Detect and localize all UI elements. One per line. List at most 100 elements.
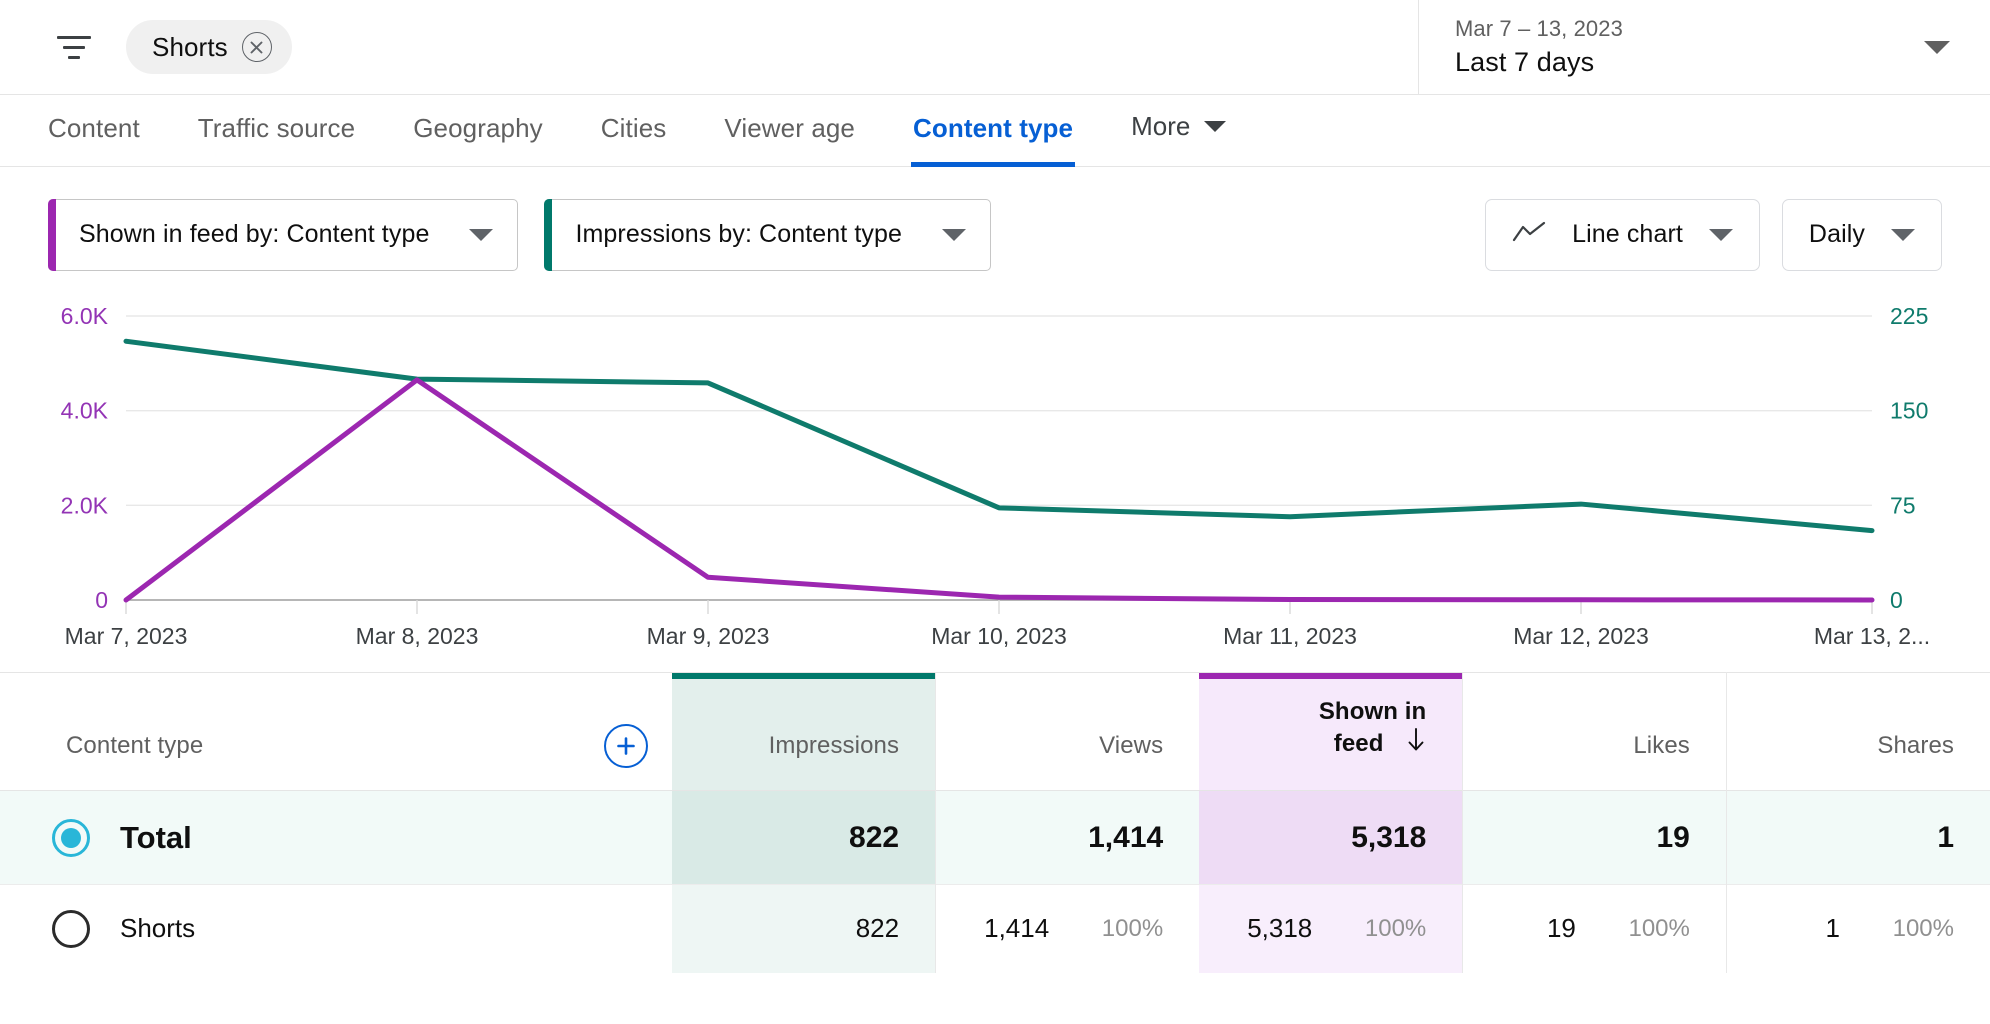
tab-cities[interactable]: Cities [601, 113, 667, 166]
table-row-total[interactable]: Total 822 1,414 5,318 19 1 [0, 791, 1990, 885]
chevron-down-icon [942, 229, 966, 241]
row-shorts-label: Shorts [120, 913, 195, 944]
right-axis-tick-1: 75 [1890, 492, 1916, 518]
date-range-selector[interactable]: Mar 7 – 13, 2023 Last 7 days [1418, 0, 1990, 94]
column-header-views[interactable]: Views [936, 673, 1200, 791]
row-total-label: Total [120, 820, 192, 856]
column-header-shown-in-feed-line2: feed [1334, 730, 1384, 757]
row-shorts-shares-value: 1 [1826, 913, 1840, 944]
row-shorts-shown-in-feed-value: 5,318 [1247, 913, 1312, 944]
table-row-shorts[interactable]: Shorts 822 1,414 100% 5,318 100% [0, 885, 1990, 973]
chart-controls: Shown in feed by: Content type Impressio… [0, 167, 1990, 302]
chevron-down-icon[interactable] [1924, 41, 1950, 54]
column-header-likes-label: Likes [1463, 732, 1726, 790]
column-header-impressions-label: Impressions [672, 732, 935, 790]
radio-dot [61, 828, 81, 848]
analytics-tab-bar: Content Traffic source Geography Cities … [0, 95, 1990, 167]
column-header-content-type[interactable]: Content type [0, 673, 580, 791]
row-shorts-shown-in-feed-pct: 100% [1342, 915, 1426, 943]
x-axis-tick-6: Mar 13, 2... [1814, 623, 1930, 649]
radio-unselected-icon[interactable] [52, 910, 90, 948]
filter-icon[interactable] [48, 21, 100, 73]
column-header-content-type-label: Content type [0, 732, 580, 790]
row-shorts-shares-pct: 100% [1870, 915, 1954, 943]
row-shorts-shares: 1 100% [1726, 885, 1990, 973]
tab-content-type[interactable]: Content type [913, 113, 1073, 166]
tab-traffic-source[interactable]: Traffic source [198, 113, 355, 166]
table-body: Total 822 1,414 5,318 19 1 [0, 791, 1990, 973]
row-shorts-shown-in-feed: 5,318 100% [1199, 885, 1463, 973]
chevron-down-icon [1204, 121, 1226, 132]
arrow-down-icon[interactable] [1406, 727, 1426, 760]
chart-x-axis-labels: Mar 7, 2023Mar 8, 2023Mar 9, 2023Mar 10,… [65, 623, 1931, 649]
date-range-text: Mar 7 – 13, 2023 [1455, 16, 1924, 42]
row-shorts-likes-value: 19 [1547, 913, 1576, 944]
chart-svg: 02.0K4.0K6.0K 075150225 Mar 7, 2023Mar 8… [48, 302, 1942, 672]
column-header-shown-in-feed-label: Shown in feed [1199, 697, 1462, 790]
row-shorts-impressions-value: 822 [856, 913, 899, 944]
column-header-shown-in-feed[interactable]: Shown in feed [1199, 673, 1463, 791]
column-header-shares[interactable]: Shares [1726, 673, 1990, 791]
row-shorts-views-value: 1,414 [984, 913, 1049, 944]
filter-icon-line-2 [63, 46, 85, 49]
metric-selector-primary-label: Shown in feed by: Content type [79, 220, 429, 249]
content-type-table: Content type Impressions Views Shown in … [0, 672, 1990, 973]
row-total-views: 1,414 [936, 791, 1200, 885]
row-total-likes-value: 19 [1463, 821, 1726, 855]
series-line-impressions [126, 341, 1872, 530]
x-axis-tick-5: Mar 12, 2023 [1513, 623, 1649, 649]
close-circle-icon[interactable] [242, 32, 272, 62]
table-header: Content type Impressions Views Shown in … [0, 673, 1990, 791]
chevron-down-icon [1709, 229, 1733, 241]
tab-content[interactable]: Content [48, 113, 140, 166]
row-shorts-likes-wrap: 19 100% [1463, 913, 1726, 944]
column-header-shares-label: Shares [1727, 732, 1990, 790]
right-axis-tick-2: 150 [1890, 398, 1928, 424]
radio-selected-icon[interactable] [52, 819, 90, 857]
tab-geography[interactable]: Geography [413, 113, 543, 166]
filter-icon-line-1 [57, 36, 91, 39]
chart-view-controls: Line chart Daily [1485, 199, 1942, 271]
date-preset-text: Last 7 days [1455, 47, 1924, 78]
row-shorts-impressions: 822 [672, 885, 936, 973]
row-total-name-wrap: Total [0, 819, 672, 857]
row-shorts-impressions-wrap: 822 [672, 913, 935, 944]
filter-icon-line-3 [68, 56, 80, 59]
row-total-likes: 19 [1463, 791, 1727, 885]
row-shorts-name-wrap: Shorts [0, 910, 672, 948]
chevron-down-icon [1891, 229, 1915, 241]
tab-viewer-age[interactable]: Viewer age [724, 113, 855, 166]
row-shorts-likes-pct: 100% [1606, 915, 1690, 943]
tab-more-button[interactable]: More [1131, 111, 1226, 166]
analytics-line-chart[interactable]: 02.0K4.0K6.0K 075150225 Mar 7, 2023Mar 8… [48, 302, 1942, 672]
filter-chip-shorts[interactable]: Shorts [126, 20, 292, 74]
metric-selector-secondary[interactable]: Impressions by: Content type [544, 199, 991, 271]
row-shorts-views: 1,414 100% [936, 885, 1200, 973]
metric-selector-secondary-label: Impressions by: Content type [575, 220, 902, 249]
x-axis-tick-0: Mar 7, 2023 [65, 623, 188, 649]
column-header-likes[interactable]: Likes [1463, 673, 1727, 791]
row-shorts-shown-in-feed-wrap: 5,318 100% [1199, 913, 1462, 944]
row-total-shares: 1 [1726, 791, 1990, 885]
date-range-texts: Mar 7 – 13, 2023 Last 7 days [1455, 16, 1924, 78]
row-shorts-shares-wrap: 1 100% [1727, 913, 1990, 944]
granularity-label: Daily [1809, 220, 1865, 249]
chart-type-label: Line chart [1572, 220, 1683, 249]
metric-selector-primary[interactable]: Shown in feed by: Content type [48, 199, 518, 271]
granularity-selector[interactable]: Daily [1782, 199, 1942, 271]
row-total-name-cell: Total [0, 791, 672, 885]
x-axis-tick-4: Mar 11, 2023 [1223, 623, 1357, 649]
right-axis-tick-3: 225 [1890, 303, 1928, 329]
line-chart-icon [1512, 221, 1546, 248]
chart-type-selector[interactable]: Line chart [1485, 199, 1760, 271]
left-axis-tick-3: 6.0K [61, 303, 109, 329]
plus-circle-icon[interactable] [604, 724, 648, 768]
chart-left-axis-labels: 02.0K4.0K6.0K [61, 303, 109, 613]
left-axis-tick-1: 2.0K [61, 492, 109, 518]
row-shorts-views-pct: 100% [1079, 915, 1163, 943]
chart-right-axis-labels: 075150225 [1890, 303, 1928, 613]
column-header-shown-in-feed-line1: Shown in [1319, 698, 1426, 725]
x-axis-tick-2: Mar 9, 2023 [647, 623, 770, 649]
column-header-impressions[interactable]: Impressions [672, 673, 936, 791]
row-total-impressions: 822 [672, 791, 936, 885]
